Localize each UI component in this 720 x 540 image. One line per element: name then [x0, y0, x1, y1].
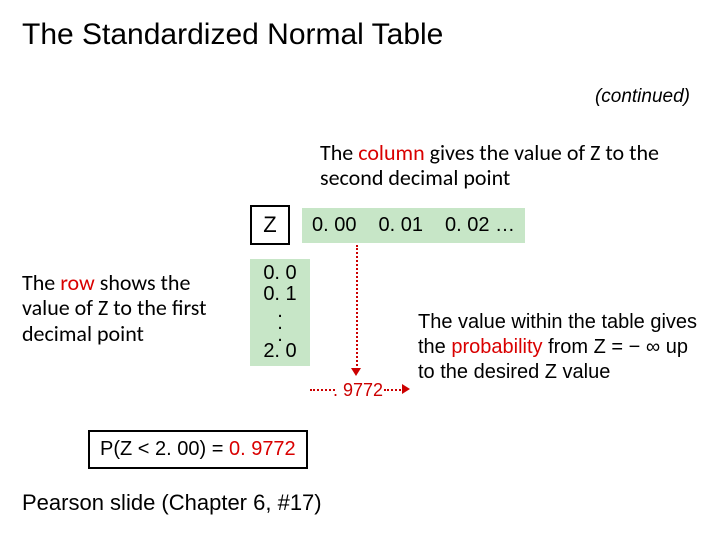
row-desc-pre: The: [22, 269, 60, 296]
slide-footer: Pearson slide (Chapter 6, #17): [22, 490, 322, 516]
col-header-1: 0. 01: [378, 214, 422, 237]
horizontal-callout-line-right: [384, 389, 404, 391]
col-desc-pre: The: [320, 139, 358, 166]
row-stub-last: 2. 0: [256, 341, 304, 362]
z-table: Z 0. 00 0. 01 0. 02 … 0. 0 0. 1 . . . 2.…: [250, 205, 525, 366]
column-description: The column gives the value of Z to the s…: [320, 140, 720, 191]
formula-rhs: 0. 9772: [229, 438, 296, 460]
probability-formula: P(Z < 2. 00) = 0. 9772: [88, 430, 308, 469]
arrow-down-icon: [351, 368, 361, 376]
horizontal-callout-line-left: [310, 389, 335, 391]
arrow-right-icon: [402, 384, 410, 394]
formula-lhs: P(Z < 2. 00) =: [100, 438, 229, 460]
row-stubs: 0. 0 0. 1 . . . 2. 0: [250, 259, 310, 366]
cell-value: . 9772: [333, 380, 383, 401]
row-desc-highlight: row: [60, 269, 95, 296]
continued-label: (continued): [595, 86, 690, 108]
row-description: The row shows the value of Z to the firs…: [22, 270, 242, 346]
column-headers: 0. 00 0. 01 0. 02 …: [302, 208, 525, 243]
page-title: The Standardized Normal Table: [22, 18, 443, 52]
vertical-callout-line: [356, 245, 358, 370]
col-header-0: 0. 00: [312, 214, 356, 237]
col-desc-highlight: column: [358, 139, 424, 166]
col-header-2: 0. 02 …: [445, 214, 515, 237]
z-corner-label: Z: [250, 205, 290, 245]
row-stub-0: 0. 0: [256, 263, 304, 284]
z-table-header: Z 0. 00 0. 01 0. 02 …: [250, 205, 525, 245]
